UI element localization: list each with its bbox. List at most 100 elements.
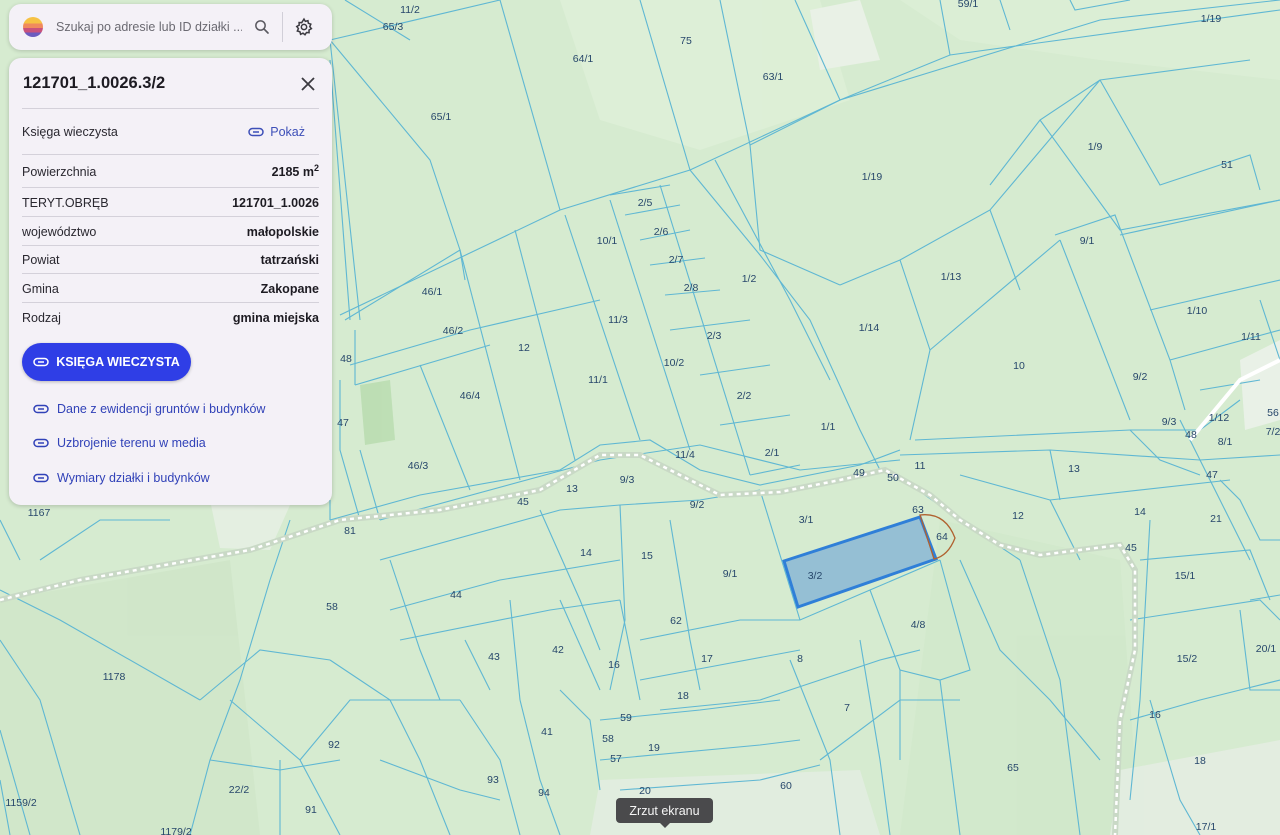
land-register-button[interactable]: KSIĘGA WIECZYSTA <box>22 343 191 381</box>
gear-icon <box>295 17 313 36</box>
link-icon <box>33 404 49 414</box>
show-link-label: Pokaż <box>270 125 305 139</box>
county-value: tatrzański <box>260 253 319 267</box>
parcel-number-label: 63/1 <box>763 71 784 83</box>
parcel-number-label: 9/2 <box>690 499 705 511</box>
parcel-number-label: 92 <box>328 739 340 751</box>
parcel-number-label: 1/14 <box>859 322 880 334</box>
settings-button[interactable] <box>292 15 316 39</box>
close-icon <box>301 77 315 91</box>
parcel-info-panel: 121701_1.0026.3/2 Księga wieczysta Pokaż… <box>9 58 332 505</box>
parcel-number-label: 2/3 <box>707 330 722 342</box>
parcel-number-label: 13 <box>566 483 578 495</box>
parcel-number-label: 1/10 <box>1187 305 1208 317</box>
parcel-number-label: 17/1 <box>1196 821 1217 833</box>
search-divider <box>282 12 283 42</box>
parcel-number-label: 3/2 <box>808 570 823 582</box>
parcel-number-label: 9/3 <box>1162 416 1177 428</box>
teryt-value: 121701_1.0026 <box>232 196 319 210</box>
parcel-number-label: 59 <box>620 712 632 724</box>
parcel-number-label: 47 <box>337 417 349 429</box>
land-register-label: Księga wieczysta <box>22 125 118 139</box>
parcel-number-label: 16 <box>1149 709 1161 721</box>
search-icon <box>255 20 269 34</box>
parcel-number-label: 1/12 <box>1209 412 1230 424</box>
screenshot-tooltip: Zrzut ekranu <box>616 798 713 828</box>
parcel-number-label: 14 <box>1134 506 1146 518</box>
parcel-number-label: 64 <box>936 531 948 543</box>
parcel-number-label: 1178 <box>103 671 126 683</box>
parcel-number-label: 9/2 <box>1133 371 1148 383</box>
show-land-register-link[interactable]: Pokaż <box>248 125 305 139</box>
dimensions-link[interactable]: Wymiary działki i budynków <box>33 471 210 485</box>
parcel-number-label: 15 <box>641 550 653 562</box>
app-logo <box>23 17 43 37</box>
parcel-number-label: 59/1 <box>958 0 979 10</box>
commune-label: Gmina <box>22 282 59 296</box>
parcel-number-label: 65 <box>1007 762 1019 774</box>
parcel-number-label: 45 <box>517 496 529 508</box>
parcel-number-label: 44 <box>450 589 462 601</box>
parcel-number-label: 8 <box>797 653 803 665</box>
parcel-number-label: 12 <box>518 342 530 354</box>
parcel-number-label: 9/1 <box>1080 235 1095 247</box>
parcel-number-label: 60 <box>780 780 792 792</box>
parcel-number-label: 46/3 <box>408 460 429 472</box>
parcel-number-label: 11 <box>915 460 926 472</box>
area-number: 2185 m <box>271 165 314 180</box>
parcel-number-label: 22/2 <box>229 784 250 796</box>
parcel-number-label: 1/2 <box>742 273 757 285</box>
parcel-number-label: 62 <box>670 615 682 627</box>
parcel-number-label: 48 <box>1185 429 1197 441</box>
parcel-number-label: 42 <box>552 644 564 656</box>
parcel-number-label: 10 <box>1013 360 1025 372</box>
parcel-number-label: 7/2 <box>1266 426 1280 438</box>
parcel-number-label: 93 <box>487 774 499 786</box>
utilities-link[interactable]: Uzbrojenie terenu w media <box>33 436 206 450</box>
parcel-number-label: 19 <box>648 742 660 754</box>
parcel-number-label: 2/6 <box>654 226 669 238</box>
parcel-number-label: 12 <box>1012 510 1024 522</box>
voivodeship-label: województwo <box>22 225 97 239</box>
parcel-number-label: 4/8 <box>911 619 926 631</box>
parcel-number-label: 3/1 <box>799 514 814 526</box>
parcel-number-label: 2/1 <box>765 447 780 459</box>
type-value: gmina miejska <box>232 311 319 325</box>
parcel-number-label: 50 <box>887 472 899 484</box>
link-icon <box>248 127 264 137</box>
parcel-number-label: 8/1 <box>1218 436 1233 448</box>
land-records-link[interactable]: Dane z ewidencji gruntów i budynków <box>33 402 265 416</box>
voivodeship-value: małopolskie <box>246 225 319 239</box>
utilities-link-label: Uzbrojenie terenu w media <box>57 436 206 450</box>
parcel-number-label: 16 <box>608 659 620 671</box>
divider <box>22 302 319 303</box>
link-icon <box>33 438 49 448</box>
parcel-number-label: 46/2 <box>443 325 464 337</box>
parcel-number-label: 49 <box>853 467 865 479</box>
parcel-number-label: 15/1 <box>1175 570 1196 582</box>
parcel-number-label: 75 <box>680 35 692 47</box>
close-button[interactable] <box>298 74 318 94</box>
parcel-number-label: 17 <box>701 653 713 665</box>
parcel-number-label: 15/2 <box>1177 653 1198 665</box>
land-records-link-label: Dane z ewidencji gruntów i budynków <box>57 402 266 416</box>
parcel-number-label: 18 <box>1194 755 1206 767</box>
parcel-number-label: 58 <box>326 601 338 613</box>
search-button[interactable] <box>250 15 274 39</box>
parcel-number-label: 46/1 <box>422 286 443 298</box>
parcel-number-label: 1179/2 <box>160 826 191 835</box>
link-icon <box>33 357 49 367</box>
parcel-number-label: 1/19 <box>1201 13 1222 25</box>
parcel-number-label: 91 <box>305 804 317 816</box>
area-value: 2185 m2 <box>272 163 319 179</box>
parcel-number-label: 2/2 <box>737 390 752 402</box>
parcel-number-label: 18 <box>677 690 689 702</box>
county-label: Powiat <box>22 253 60 267</box>
parcel-number-label: 1/19 <box>862 171 883 183</box>
parcel-number-label: 21 <box>1210 513 1222 525</box>
parcel-number-label: 48 <box>340 353 352 365</box>
parcel-number-label: 56 <box>1267 407 1279 419</box>
parcel-number-label: 11/1 <box>588 374 608 386</box>
parcel-number-label: 11/2 <box>400 4 420 16</box>
search-input[interactable]: Szukaj po adresie lub ID działki ... <box>56 20 242 34</box>
